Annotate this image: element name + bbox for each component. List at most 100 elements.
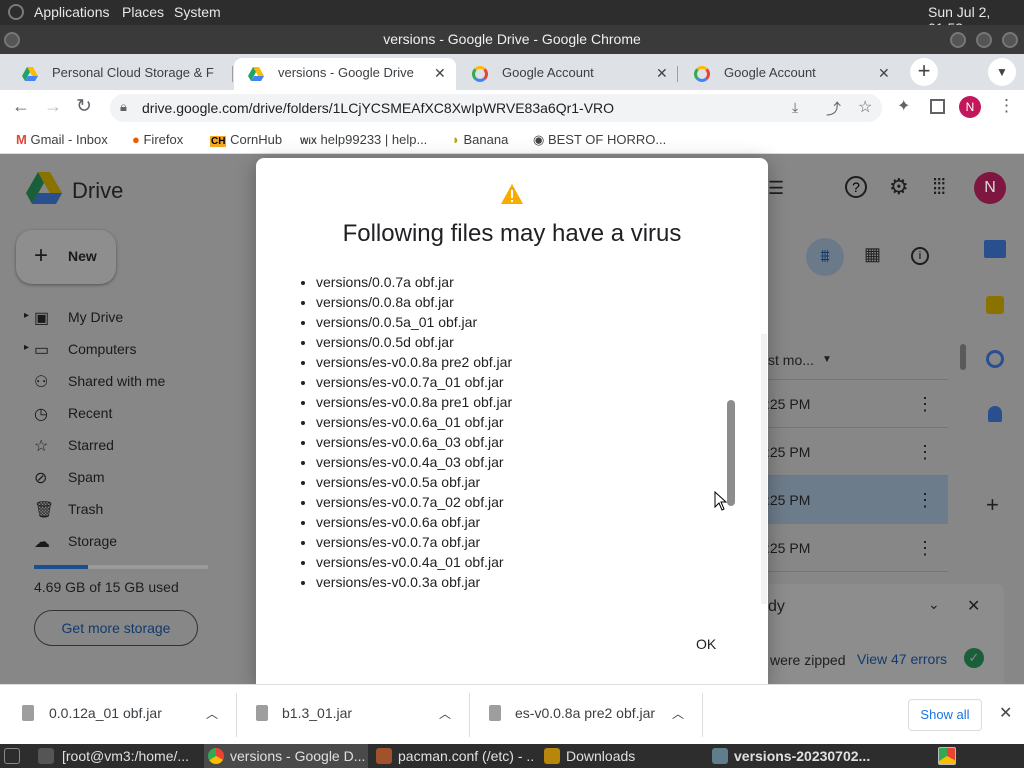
minimize-icon[interactable] [950,32,966,48]
places-menu[interactable]: Places [122,4,164,20]
expand-arrow-icon[interactable]: ▸ [24,342,29,353]
window-title: versions - Google Drive - Google Chrome [383,31,641,47]
show-all-button[interactable]: Show all [908,699,982,731]
info-icon[interactable]: i [911,247,929,265]
keep-icon[interactable] [986,296,1004,314]
tab-versions-google-drive[interactable]: versions - Google Drive ✕ [234,58,456,90]
lock-icon[interactable]: 🔒︎ [120,99,127,115]
tasks-icon[interactable] [986,350,1004,368]
tab-google-account-2[interactable]: Google Account ✕ [680,58,900,90]
bookmark-best-of-horror[interactable]: ◉ BEST OF HORRO... [533,132,666,148]
file-list-item: versions/es-v0.0.6a_03 obf.jar [316,432,740,452]
chrome-icon [208,748,224,764]
download-options-chevron-icon[interactable]: ︿ [439,705,451,722]
account-avatar[interactable]: N [974,172,1006,204]
side-panel-icon[interactable] [930,99,945,114]
folder-icon [544,748,560,764]
sort-column-header[interactable]: st mo... [768,352,814,368]
close-tab-icon[interactable]: ✕ [656,58,668,88]
url-text[interactable]: drive.google.com/drive/folders/1LCjYCSME… [142,100,614,116]
infected-file-list[interactable]: versions/0.0.7a obf.jarversions/0.0.8a o… [300,272,740,602]
bookmark-gmail[interactable]: M Gmail - Inbox [16,132,108,147]
install-app-icon[interactable]: ⤓ [792,99,798,116]
file-list-item: versions/es-v0.0.6a_01 obf.jar [316,412,740,432]
google-drive-logo-icon [26,172,62,204]
get-more-storage-button[interactable]: Get more storage [34,610,198,646]
maximize-icon[interactable] [976,32,992,48]
close-tab-icon[interactable]: ✕ [878,58,890,88]
sidebar-item-computers[interactable]: Computers [68,341,136,357]
show-desktop-icon[interactable] [4,748,20,764]
tab-personal-cloud-storage[interactable]: Personal Cloud Storage & F [8,58,233,90]
row-modified-time: :25 PM [766,540,811,556]
close-tab-icon[interactable]: ✕ [434,58,446,88]
grid-view-icon[interactable]: ▦ [864,244,881,265]
bookmark-firefox[interactable]: ● Firefox [132,132,183,147]
calendar-icon[interactable] [984,240,1006,258]
sort-arrow-icon[interactable]: ▼ [822,354,832,365]
sidebar-item-my-drive[interactable]: My Drive [68,309,123,325]
bookmark-star-icon[interactable]: ☆ [858,97,872,117]
drive-logo-text[interactable]: Drive [72,178,123,204]
search-options-icon[interactable]: ☰ [768,178,784,199]
address-bar[interactable]: 🔒︎ drive.google.com/drive/folders/1LCjYC… [110,94,882,122]
more-actions-icon[interactable]: ⋮ [916,442,934,463]
dialog-scroll-thumb[interactable] [727,400,735,506]
bookmark-help99233[interactable]: WiX help99233 | help... [300,132,427,147]
distro-logo-icon[interactable] [8,4,24,20]
file-list-scrollbar[interactable] [960,344,966,370]
workspace-chrome-icon[interactable] [938,747,956,765]
sidebar-item-starred[interactable]: Starred [68,437,114,453]
applications-menu[interactable]: Applications [34,4,110,20]
dialog-scroll-track[interactable] [761,334,767,604]
settings-gear-icon[interactable]: ⚙ [889,174,909,200]
view-errors-link[interactable]: View 47 errors [857,651,947,667]
sidebar-item-spam[interactable]: Spam [68,469,105,485]
back-icon[interactable]: ← [12,96,30,117]
close-panel-icon[interactable]: ✕ [967,596,980,616]
system-menu[interactable]: System [174,4,221,20]
ok-button[interactable]: OK [696,636,716,652]
download-item-0[interactable]: 0.0.12a_01 obf.jar [49,705,162,721]
window-menu-icon[interactable] [4,32,20,48]
contacts-icon[interactable] [988,406,1002,422]
download-options-chevron-icon[interactable]: ︿ [672,705,684,722]
file-list-item: versions/es-v0.0.7a obf.jar [316,532,740,552]
zip-status-text: were zipped [770,652,846,668]
share-icon[interactable]: ⤴ [826,98,841,119]
collapse-chevron-icon[interactable]: ⌄ [928,596,940,613]
more-actions-icon[interactable]: ⋮ [916,490,934,511]
expand-arrow-icon[interactable]: ▸ [24,310,29,321]
taskbar-item-terminal[interactable]: [root@vm3:/home/... [62,748,198,764]
close-window-icon[interactable] [1002,32,1018,48]
new-button[interactable]: + New [16,230,116,284]
help-icon[interactable]: ? [845,176,867,198]
tab-search-chevron-icon[interactable]: ▼ [988,58,1016,86]
bookmark-banana[interactable]: ◗ Banana [452,132,508,147]
taskbar-item-downloads[interactable]: Downloads [566,748,702,764]
download-options-chevron-icon[interactable]: ︿ [206,705,218,722]
sidebar-item-trash[interactable]: Trash [68,501,103,517]
download-item-1[interactable]: b1.3_01.jar [282,705,352,721]
sidebar-item-recent[interactable]: Recent [68,405,112,421]
download-item-2[interactable]: es-v0.0.8a pre2 obf.jar [515,705,655,721]
new-tab-icon[interactable]: + [910,58,938,86]
tab-google-account-1[interactable]: Google Account ✕ [458,58,678,90]
more-actions-icon[interactable]: ⋮ [916,394,934,415]
download-divider [702,693,703,737]
taskbar-item-pacman-conf[interactable]: pacman.conf (/etc) - ... [398,748,534,764]
chrome-menu-icon[interactable]: ⋮ [998,96,1015,116]
taskbar-item-archive[interactable]: versions-20230702... [734,748,870,764]
sidebar-item-shared-with-me[interactable]: Shared with me [68,373,165,389]
bookmark-cornhub[interactable]: CH CornHub [210,132,282,147]
close-downloads-icon[interactable]: ✕ [999,703,1012,723]
profile-avatar[interactable]: N [959,96,981,118]
more-actions-icon[interactable]: ⋮ [916,538,934,559]
add-addon-icon[interactable]: + [986,492,999,518]
apps-grid-icon[interactable]: ⁞⁞⁞ [932,174,946,200]
extensions-puzzle-icon[interactable]: ✦ [897,96,910,116]
taskbar-item-chrome[interactable]: versions - Google D... [230,748,366,764]
filter-icon[interactable]: ⩩ [806,238,844,276]
reload-icon[interactable]: ↻ [76,95,92,118]
sidebar-item-storage[interactable]: Storage [68,533,117,549]
